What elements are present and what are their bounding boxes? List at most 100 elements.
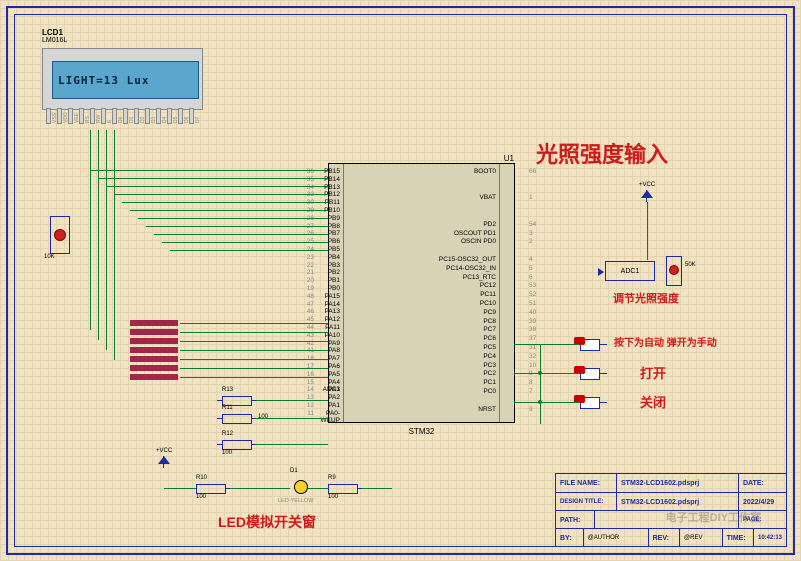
tb-rev-lbl: REV: (649, 529, 680, 547)
adc-arrow-icon (598, 268, 604, 276)
mcu-pin-label: BOOT0 (474, 168, 496, 175)
button-close[interactable] (580, 397, 600, 409)
button-open[interactable] (580, 368, 600, 380)
tb-date-lbl: DATE: (739, 474, 773, 492)
mcu-pin-label: PC10 (480, 300, 496, 307)
tb-design-lbl: DESIGN TITLE: (556, 493, 617, 511)
led-d1[interactable] (294, 480, 308, 494)
mcu-pin-number: 53 (529, 282, 536, 289)
tb-file-val: STM32-LCD1602.pdsprj (617, 474, 739, 492)
mcu-pin-number: 10 (529, 362, 536, 369)
lcd-pin (90, 108, 95, 124)
mcu-pin-number: 38 (529, 326, 536, 333)
lcd-pin (189, 108, 194, 124)
schematic-canvas[interactable]: LCD1 LM016L LIGHT=13 Lux VSSVDDVEERSRWED… (0, 0, 801, 561)
mcu-pin-number: 3 (529, 230, 533, 237)
vcc-icon-2 (641, 190, 653, 202)
watermark: 电子工程DIY工作室 (666, 509, 761, 525)
mcu-pin-label: PC8 (483, 318, 496, 325)
mcu-pin-label: PC9 (483, 309, 496, 316)
mcu-pin-label: PA14 (325, 301, 340, 308)
mcu-pin-label: PB2 (328, 269, 340, 276)
tb-by-lbl: BY: (556, 529, 584, 547)
mcu-pin-label: PB1 (328, 277, 340, 284)
mcu-pin-label: PB6 (328, 238, 340, 245)
mcu-pin-label: PB4 (328, 254, 340, 261)
mcu-pin-number: 37 (529, 335, 536, 342)
mcu-pin-number: 47 (307, 301, 314, 308)
pot1-val: 10K (44, 254, 55, 260)
tb-by-val: @AUTHOR (584, 529, 649, 547)
mcu-pin-number: 14 (307, 386, 314, 393)
mcu-pin-number: 8 (529, 379, 533, 386)
mcu-pin-label: PA15 (325, 293, 340, 300)
r10-ref: R10 (196, 475, 207, 481)
mcu-pin-label: PC1 (483, 379, 496, 386)
pot2-val: 50K (685, 262, 696, 268)
mcu-body (343, 164, 500, 422)
mcu-pin-label: PA5 (328, 371, 340, 378)
lcd-pin (68, 108, 73, 124)
mcu-pin-number: 52 (529, 291, 536, 298)
pot-rv1[interactable] (50, 216, 70, 254)
mcu-pin-label: PC7 (483, 326, 496, 333)
lcd-pins: VSSVDDVEERSRWED0D1D2D3D4D5D6D7 (42, 108, 201, 133)
mcu-pin-number: 9 (529, 406, 533, 413)
r12-ref: R12 (222, 431, 233, 437)
mcu-pin-label: PA7 (328, 355, 340, 362)
mcu-pin-number: 21 (307, 269, 314, 276)
pot-rv2[interactable] (666, 256, 682, 286)
label-auto-manual: 按下为自动 弹开为手动 (614, 334, 717, 349)
lcd-component[interactable]: LIGHT=13 Lux (42, 48, 203, 110)
lcd-pin (178, 108, 183, 124)
mcu-stm32[interactable]: U1 STM32 PB1536PB1435PB1334PB1233PB1130P… (328, 163, 515, 423)
title-light-input: 光照强度输入 (536, 137, 668, 169)
mcu-pin-label: NRST (478, 406, 496, 413)
lcd-pin (101, 108, 106, 124)
mcu-pin-label: PC5 (483, 344, 496, 351)
mcu-pin-label: PC13_RTC (463, 274, 496, 281)
label-close: 关闭 (640, 392, 666, 411)
mcu-pin-label: PC14-OSC32_IN (446, 265, 496, 272)
tb-time-val: 10:42:13 (754, 529, 786, 547)
tb-time-lbl: TIME: (723, 529, 754, 547)
button-auto-manual[interactable] (580, 339, 600, 351)
r10[interactable] (196, 484, 226, 494)
r12-val: 100 (222, 450, 232, 456)
r11[interactable] (222, 414, 252, 424)
mcu-pin-label: PB0 (328, 285, 340, 292)
r12[interactable] (222, 440, 252, 450)
adc-block[interactable]: ADC1 (605, 261, 655, 281)
mcu-pin-number: 32 (529, 353, 536, 360)
mcu-pin-number: 66 (529, 168, 536, 175)
lcd-ref: LCD1 (42, 28, 63, 37)
mcu-pin-label: VBAT (480, 194, 497, 201)
mcu-pin-label: PC15-OSC32_OUT (439, 256, 496, 263)
lcd-pin (57, 108, 62, 124)
tb-file-lbl: FILE NAME: (556, 474, 617, 492)
mcu-pin-label: PD2 (483, 221, 496, 228)
mcu-pin-label: PA9 (328, 340, 340, 347)
mcu-pin-number: 35 (307, 176, 314, 183)
d1-val: LED-YELLOW (278, 498, 313, 504)
mcu-pin-label: PA13 (325, 308, 340, 315)
mcu-pin-number: 22 (307, 262, 314, 269)
mcu-name: STM32 (329, 427, 514, 436)
pot-knob-icon[interactable] (54, 229, 66, 241)
mcu-pin-number: 5 (529, 265, 533, 272)
lcd-pin (79, 108, 84, 124)
r9[interactable] (328, 484, 358, 494)
mcu-pin-label: OSCIN PD0 (461, 238, 496, 245)
r11-val: 100 (258, 414, 268, 420)
pin-array[interactable] (130, 320, 178, 388)
mcu-pin-number: 51 (529, 300, 536, 307)
mcu-pin-label: PA8 (328, 347, 340, 354)
mcu-pin-number: 54 (529, 221, 536, 228)
lcd-screen: LIGHT=13 Lux (52, 61, 199, 99)
mcu-pin-number: 12 (307, 402, 314, 409)
mcu-pin-label: PB7 (328, 230, 340, 237)
mcu-pin-number: 40 (529, 309, 536, 316)
pot2-knob-icon[interactable] (669, 265, 679, 275)
label-adjust-light: 调节光照强度 (613, 290, 679, 306)
label-open: 打开 (640, 363, 666, 382)
